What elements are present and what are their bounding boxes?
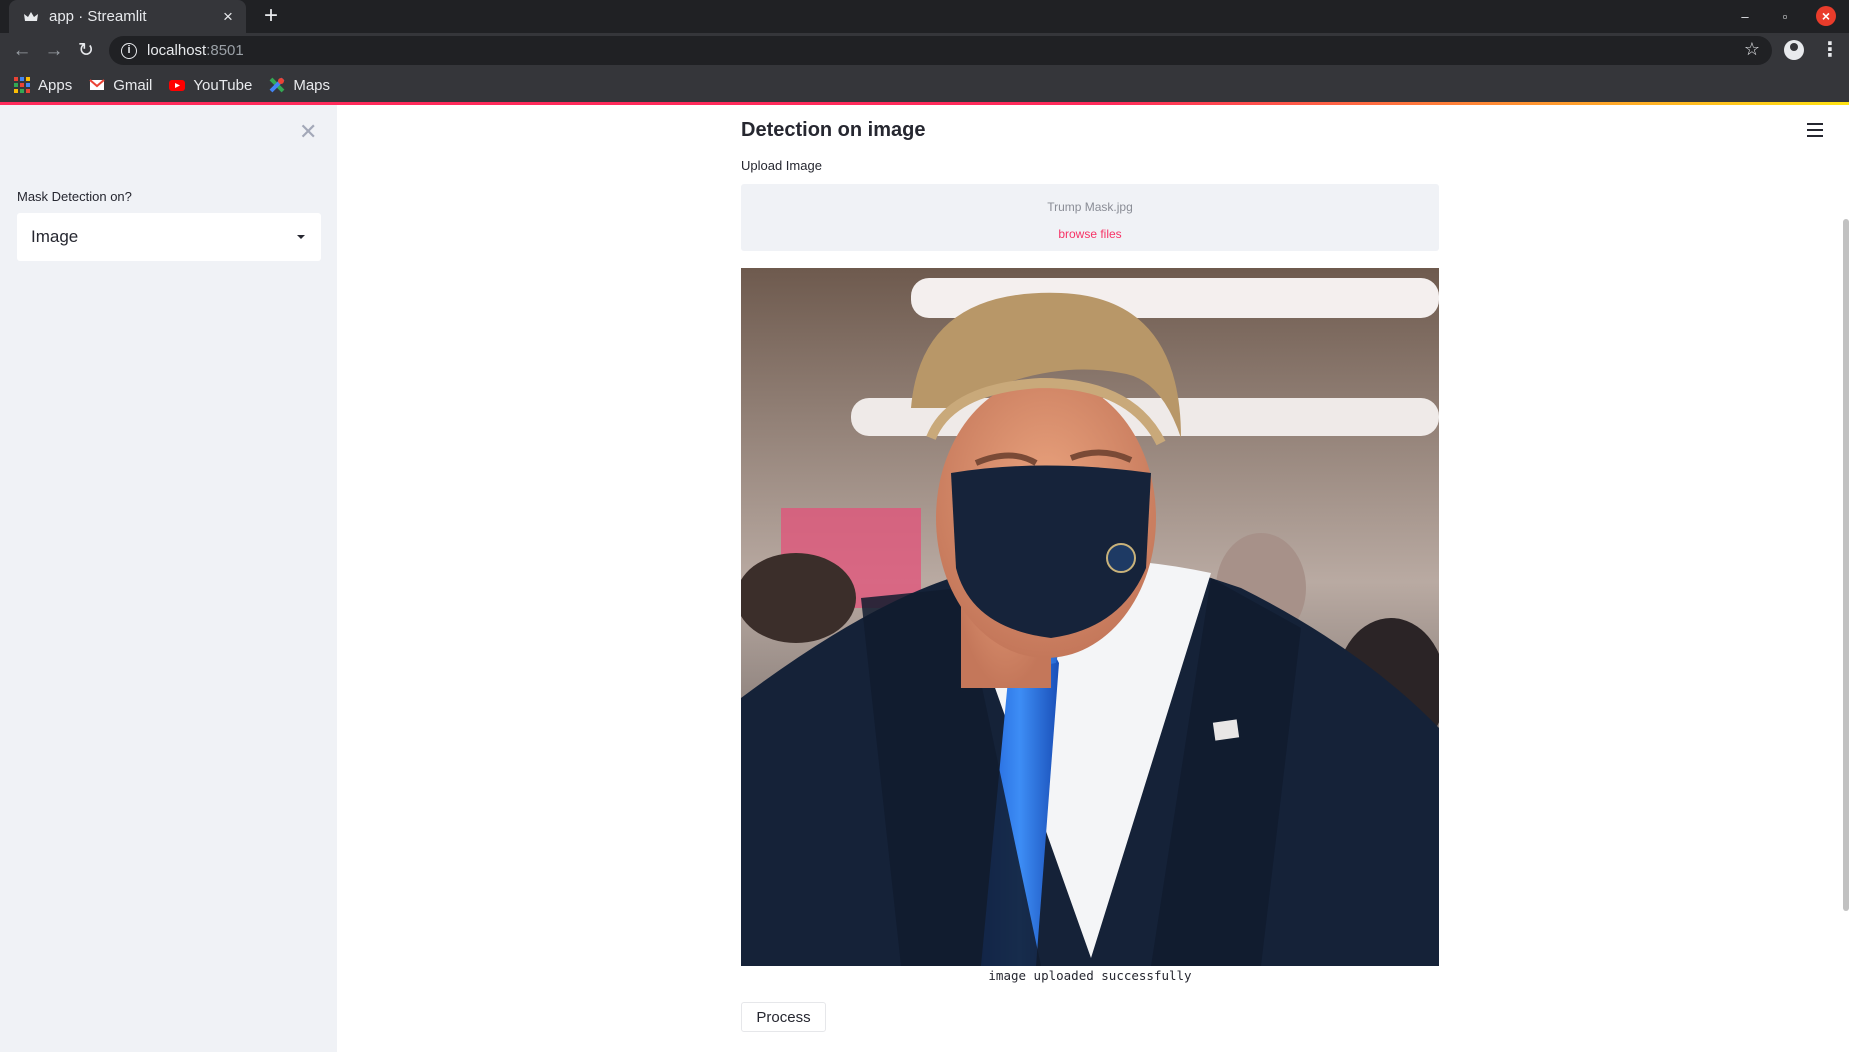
bookmark-label: Gmail (113, 76, 153, 94)
bookmark-star-icon[interactable]: ☆ (1744, 39, 1760, 60)
bookmark-label: Maps (293, 76, 331, 94)
bookmark-label: Apps (38, 76, 73, 94)
hamburger-menu-icon[interactable] (1807, 123, 1823, 137)
image-caption: image uploaded successfully (988, 968, 1192, 983)
profile-avatar-icon[interactable] (1784, 40, 1804, 60)
uploaded-filename: Trump Mask.jpg (1047, 200, 1133, 214)
bookmark-label: YouTube (193, 76, 253, 94)
main-content: Detection on image Upload Image Trump Ma… (337, 105, 1849, 1052)
url-port: :8501 (206, 42, 244, 59)
youtube-icon (169, 77, 186, 93)
maps-icon (269, 77, 285, 93)
chevron-down-icon (297, 235, 305, 239)
close-tab-icon[interactable]: × (220, 8, 236, 25)
scrollbar[interactable] (1843, 219, 1849, 911)
process-button[interactable]: Process (741, 1002, 826, 1032)
url-host: localhost (147, 42, 207, 59)
sidebar: ✕ Mask Detection on? Image (0, 105, 337, 1052)
gmail-icon (89, 77, 105, 93)
site-info-icon[interactable]: i (121, 42, 137, 59)
restore-window-button[interactable]: ▫ (1774, 6, 1796, 28)
browser-toolbar: ← → ↻ i localhost:8501 ☆ ⋮ (0, 33, 1849, 68)
file-uploader-dropzone[interactable]: Trump Mask.jpg browse files (741, 184, 1439, 251)
close-sidebar-icon[interactable]: ✕ (299, 119, 317, 145)
select-label: Mask Detection on? (17, 189, 132, 204)
reload-icon[interactable]: ↻ (74, 39, 98, 63)
forward-arrow-icon[interactable]: → (42, 39, 66, 63)
browser-menu-icon[interactable]: ⋮ (1820, 39, 1840, 61)
close-window-button[interactable]: × (1816, 6, 1836, 26)
bookmarks-bar: Apps Gmail YouTube Maps (0, 68, 1849, 102)
browser-tab[interactable]: app · Streamlit × (9, 0, 246, 33)
upload-label: Upload Image (741, 158, 822, 173)
bookmark-apps[interactable]: Apps (14, 77, 72, 94)
tab-title: app · Streamlit (49, 8, 147, 25)
bookmark-maps[interactable]: Maps (269, 77, 330, 94)
address-bar[interactable]: i localhost:8501 ☆ (109, 36, 1772, 65)
new-tab-button[interactable]: + (259, 4, 283, 28)
browser-tab-strip: app · Streamlit × + – ▫ × (0, 0, 1849, 33)
uploaded-photo (741, 268, 1439, 966)
bookmark-gmail[interactable]: Gmail (89, 77, 152, 94)
back-arrow-icon[interactable]: ← (10, 39, 34, 63)
browse-files-link[interactable]: browse files (741, 227, 1439, 241)
bookmark-youtube[interactable]: YouTube (169, 77, 252, 94)
minimize-window-button[interactable]: – (1734, 6, 1756, 28)
mode-selectbox[interactable]: Image (17, 213, 321, 261)
apps-grid-icon (14, 77, 30, 93)
page-title: Detection on image (741, 119, 926, 141)
streamlit-crown-icon (23, 9, 39, 25)
select-value: Image (31, 227, 79, 246)
